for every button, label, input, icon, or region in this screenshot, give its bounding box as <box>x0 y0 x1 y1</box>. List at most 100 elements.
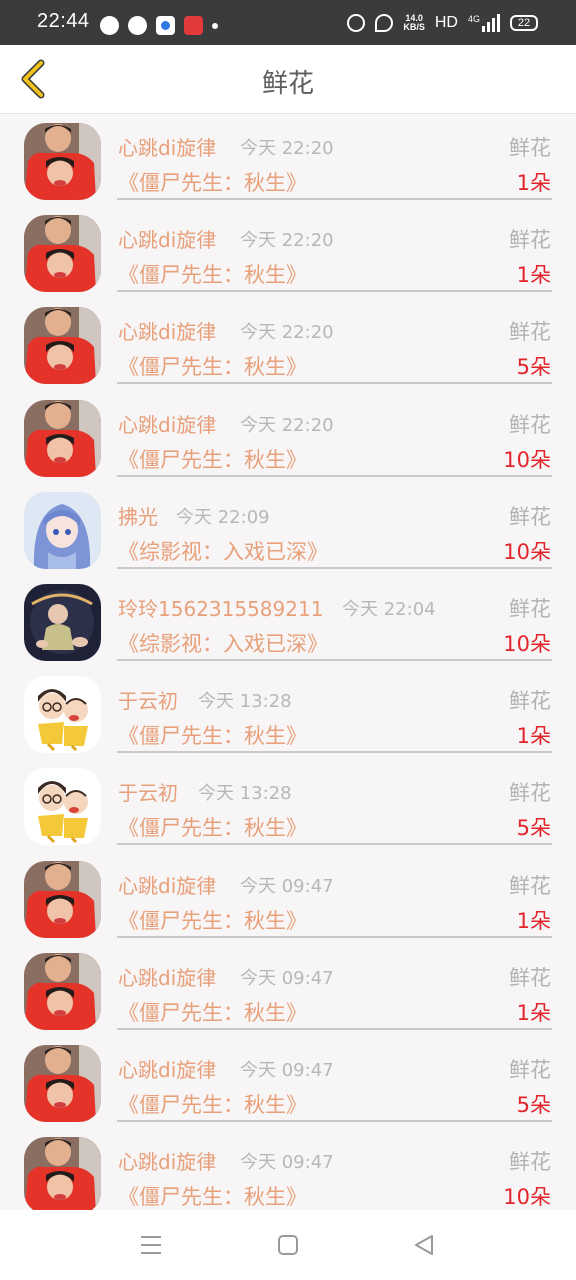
user-name[interactable]: 心跳di旋律 <box>118 409 216 438</box>
gift-type-label: 鲜花 <box>509 504 551 529</box>
divider <box>117 751 552 754</box>
list-item[interactable]: 心跳di旋律 今天 09:47 鲜花《僵尸先生：秋生》 1朵 <box>0 852 576 944</box>
avatar[interactable] <box>24 860 101 938</box>
avatar[interactable] <box>24 768 101 846</box>
book-title-link[interactable]: 《综影视：入戏已深》 <box>118 628 328 658</box>
book-title-link[interactable]: 《僵尸先生：秋生》 <box>118 1181 307 1210</box>
net-speed: 14.0 KB/S <box>403 14 425 32</box>
timestamp: 今天 13:28 <box>198 691 292 713</box>
video-app-icon <box>156 16 175 35</box>
gift-type-label: 鲜花 <box>509 596 551 621</box>
navigation-app-icon <box>100 16 119 35</box>
list-item[interactable]: 于云初 今天 13:28 鲜花 《僵尸先生：秋生》 5朵 <box>0 759 576 851</box>
book-title-link[interactable]: 《僵尸先生：秋生》 <box>118 259 307 289</box>
avatar[interactable] <box>24 1137 101 1210</box>
book-title-link[interactable]: 《僵尸先生：秋生》 <box>118 720 307 750</box>
flower-count: 10朵 <box>503 447 551 472</box>
app-header: 鲜花 <box>0 45 576 114</box>
book-title-link[interactable]: 《综影视：入戏已深》 <box>118 536 328 566</box>
back-triangle-icon <box>415 1235 433 1255</box>
signal-icon: 4G <box>468 14 500 32</box>
gift-type-label: 鲜花 <box>509 412 551 437</box>
timestamp: 今天 09:47 <box>240 1152 334 1174</box>
gift-type-label: 鲜花 <box>509 1057 551 1082</box>
list-item[interactable]: 心跳di旋律 今天 09:47 鲜花 《僵尸先生：秋生》 1朵 <box>0 944 576 1036</box>
timestamp: 今天 22:09 <box>176 506 270 528</box>
avatar[interactable] <box>24 676 101 754</box>
flower-count: 1朵 <box>516 171 551 195</box>
user-name[interactable]: 心跳di旋律 <box>118 870 216 899</box>
book-title-link[interactable]: 《僵尸先生：秋生》 <box>118 905 307 935</box>
avatar[interactable] <box>24 583 101 661</box>
flower-count: 1朵 <box>516 1000 551 1025</box>
user-name[interactable]: 拂光 <box>118 501 158 530</box>
divider <box>117 566 552 569</box>
avatar[interactable] <box>24 491 101 569</box>
book-title-link[interactable]: 《僵尸先生：秋生》 <box>118 812 307 842</box>
list-item[interactable]: 拂光 今天 22:09 鲜花 《综影视：入戏已深》 10朵 <box>0 483 576 575</box>
user-name[interactable]: 心跳di旋律 <box>118 132 216 161</box>
avatar[interactable] <box>24 399 101 477</box>
avatar[interactable] <box>24 307 101 385</box>
book-title-link[interactable]: 《僵尸先生：秋生》 <box>118 1089 307 1119</box>
timestamp: 今天 09:47 <box>240 875 334 897</box>
user-name[interactable]: 心跳di旋律 <box>118 1146 216 1175</box>
recent-apps-button[interactable] <box>136 1230 166 1260</box>
avatar[interactable] <box>24 123 101 200</box>
hd-label: HD <box>434 14 458 31</box>
flower-count: 5朵 <box>516 1092 551 1117</box>
notification-icons <box>100 16 218 35</box>
avatar[interactable] <box>24 952 101 1030</box>
flower-count: 1朵 <box>516 908 551 933</box>
divider <box>117 382 552 385</box>
home-button[interactable] <box>273 1230 303 1260</box>
list-item[interactable]: 心跳di旋律 今天 22:20 鲜花 《僵尸先生：秋生》 5朵 <box>0 298 576 390</box>
list-item[interactable]: 心跳di旋律 今天 22:20 鲜花 《僵尸先生：秋生》 1朵 <box>0 206 576 298</box>
user-name[interactable]: 心跳di旋律 <box>118 1054 216 1083</box>
divider <box>117 658 552 661</box>
user-name[interactable]: 玲玲1562315589211 <box>118 593 323 622</box>
gift-type-label: 鲜花 <box>509 873 551 898</box>
divider <box>117 1119 552 1122</box>
divider <box>117 935 552 938</box>
book-title-link[interactable]: 《僵尸先生：秋生》 <box>118 167 307 197</box>
list-item[interactable]: 玲玲1562315589211 今天 22:04 鲜花《综影视：入戏已深》 10朵 <box>0 575 576 667</box>
flower-record-list[interactable]: 心跳di旋律 今天 22:20 鲜花 《僵尸先生：秋生》 1朵 心跳di旋律 今天 22:2… <box>0 114 576 1210</box>
list-item[interactable]: 于云初 今天 13:28 鲜花《僵尸先生：秋生》 1朵 <box>0 667 576 759</box>
gift-type-label: 鲜花 <box>509 228 551 253</box>
list-item[interactable]: 心跳di旋律 今天 09:47 鲜花《僵尸先生：秋生》 10朵 <box>0 1128 576 1210</box>
gift-type-label: 鲜花 <box>509 689 551 714</box>
book-title-link[interactable]: 《僵尸先生：秋生》 <box>118 444 307 474</box>
gift-type-label: 鲜花 <box>509 320 551 345</box>
flower-count: 10朵 <box>503 1185 551 1210</box>
flower-count: 5朵 <box>516 355 551 380</box>
user-name[interactable]: 心跳di旋律 <box>118 962 216 991</box>
gift-type-label: 鲜花 <box>509 1150 551 1175</box>
user-name[interactable]: 心跳di旋律 <box>118 316 216 345</box>
page-title: 鲜花 <box>261 69 314 99</box>
system-nav-bar <box>0 1210 576 1280</box>
book-title-link[interactable]: 《僵尸先生：秋生》 <box>118 351 307 381</box>
system-back-button[interactable] <box>409 1230 439 1260</box>
list-item[interactable]: 心跳di旋律 今天 09:47 鲜花 《僵尸先生：秋生》 5朵 <box>0 1036 576 1128</box>
user-name[interactable]: 于云初 <box>118 777 178 806</box>
menu-icon <box>141 1236 161 1254</box>
divider <box>117 290 552 293</box>
status-time: 22:44 <box>37 10 90 32</box>
avatar[interactable] <box>24 1044 101 1122</box>
timestamp: 今天 13:28 <box>198 783 292 805</box>
list-item[interactable]: 心跳di旋律 今天 22:20 鲜花 《僵尸先生：秋生》 10朵 <box>0 391 576 483</box>
timestamp: 今天 22:20 <box>240 230 334 252</box>
user-name[interactable]: 于云初 <box>118 685 178 714</box>
flower-count: 5朵 <box>516 816 551 841</box>
divider <box>117 1027 552 1030</box>
avatar[interactable] <box>24 215 101 293</box>
status-bar: 22:44 14.0 KB/S HD 4G 22 <box>0 0 576 45</box>
user-name[interactable]: 心跳di旋律 <box>118 224 216 253</box>
flower-count: 10朵 <box>503 631 551 656</box>
list-item[interactable]: 心跳di旋律 今天 22:20 鲜花 《僵尸先生：秋生》 1朵 <box>0 114 576 206</box>
timestamp: 今天 22:04 <box>342 598 436 620</box>
flower-count: 1朵 <box>516 724 551 749</box>
book-title-link[interactable]: 《僵尸先生：秋生》 <box>118 997 307 1027</box>
gift-type-label: 鲜花 <box>509 136 551 160</box>
